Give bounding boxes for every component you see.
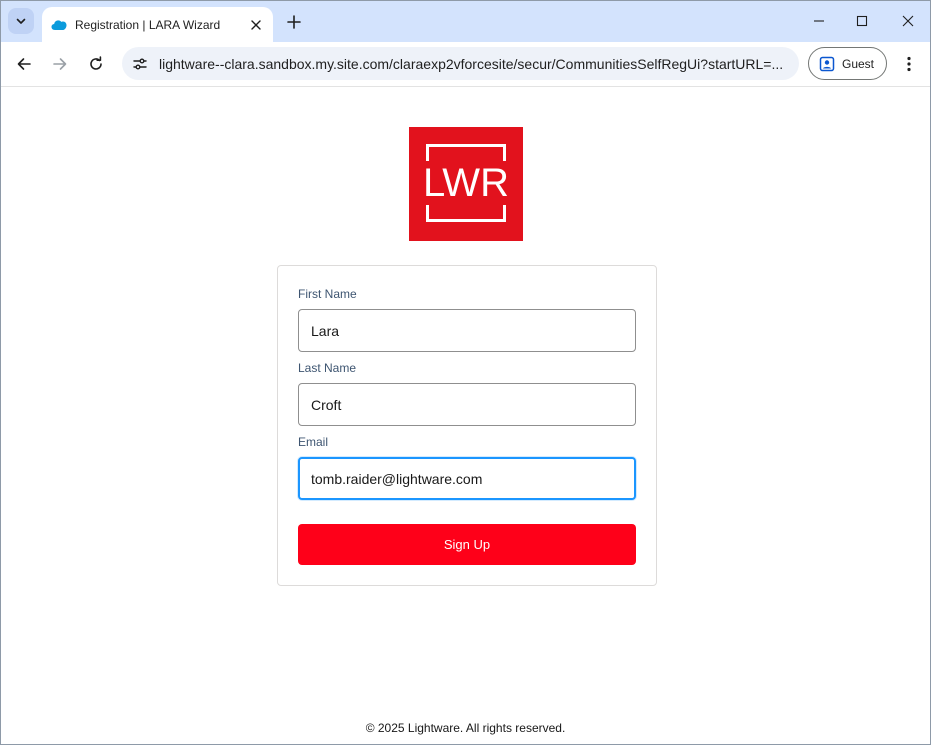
minimize-button[interactable]: [807, 9, 831, 33]
minimize-icon: [814, 20, 824, 22]
tab-registration[interactable]: Registration | LARA Wizard: [42, 7, 273, 42]
browser-window: Registration | LARA Wizard lightware--cl…: [0, 0, 931, 745]
close-icon: [251, 19, 261, 30]
browser-menu-button[interactable]: [897, 52, 921, 76]
new-tab-button[interactable]: [283, 11, 305, 33]
url-text: lightware--clara.sandbox.my.site.com/cla…: [159, 55, 784, 72]
tab-close-button[interactable]: [247, 16, 265, 34]
profile-icon: [819, 56, 835, 71]
tune-icon: [133, 58, 147, 69]
registration-card: First Name Last Name Email Sign Up: [277, 265, 657, 586]
plus-icon: [287, 15, 301, 29]
close-window-button[interactable]: [896, 9, 920, 33]
arrow-right-icon: [53, 58, 67, 70]
reload-button[interactable]: [84, 52, 108, 76]
arrow-left-icon: [17, 58, 31, 70]
tab-strip: Registration | LARA Wizard: [1, 1, 930, 42]
kebab-menu-icon: [907, 56, 911, 72]
tab-title: Registration | LARA Wizard: [75, 17, 221, 32]
salesforce-cloud-icon: [51, 17, 67, 33]
first-name-input[interactable]: [298, 309, 636, 352]
footer-copyright: © 2025 Lightware. All rights reserved.: [365, 721, 566, 735]
logo-text: LWR: [421, 161, 511, 205]
chevron-down-icon: [16, 18, 26, 24]
email-label: Email: [298, 435, 329, 449]
tab-search-button[interactable]: [8, 8, 34, 34]
site-info-button[interactable]: [129, 53, 151, 75]
forward-button[interactable]: [48, 52, 72, 76]
maximize-icon: [856, 15, 868, 27]
profile-label: Guest: [842, 56, 875, 71]
back-button[interactable]: [12, 52, 36, 76]
reload-icon: [90, 56, 102, 70]
email-input[interactable]: [298, 457, 636, 500]
address-bar[interactable]: lightware--clara.sandbox.my.site.com/cla…: [122, 47, 799, 80]
maximize-button[interactable]: [850, 9, 874, 33]
first-name-label: First Name: [298, 287, 357, 301]
lwr-logo: LWR: [409, 127, 523, 241]
page-content: LWR First Name Last Name Email Sign Up ©…: [1, 88, 930, 744]
browser-toolbar: lightware--clara.sandbox.my.site.com/cla…: [1, 42, 930, 87]
last-name-input[interactable]: [298, 383, 636, 426]
close-icon: [902, 15, 914, 27]
profile-button[interactable]: Guest: [808, 47, 887, 80]
last-name-label: Last Name: [298, 361, 357, 375]
sign-up-button[interactable]: Sign Up: [298, 524, 636, 565]
